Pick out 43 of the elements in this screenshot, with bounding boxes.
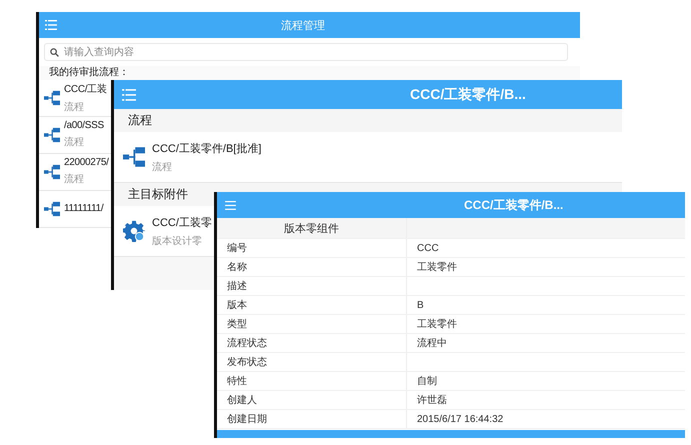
table-cell-text: 编号 [227, 242, 247, 255]
item-title: /a00/SSS [64, 120, 104, 132]
table-cell-text: 发布状态 [227, 356, 267, 369]
menu-icon[interactable] [45, 20, 57, 30]
item-title: CCC/工装零件/B[批准] [152, 142, 262, 156]
flowchart-icon [44, 90, 60, 106]
item-subtitle: 版本设计零 [152, 234, 202, 248]
table-cell-text: 版本 [227, 298, 247, 312]
table-cell-text: 自制 [417, 374, 437, 388]
item-title: 22000275/ [64, 157, 109, 168]
flowchart-icon [44, 126, 60, 143]
item-subtitle: 流程 [64, 100, 84, 114]
item-title: 11111111/ [64, 203, 104, 214]
table-cell: 2015/6/17 16:44:32 [417, 414, 504, 424]
item-subtitle: 流程 [64, 172, 84, 186]
gear-icon [123, 220, 145, 242]
table-cell-text: 流程中 [417, 336, 447, 350]
search-field[interactable]: 请输入查询内容 [44, 43, 568, 61]
item-subtitle: 流程 [64, 136, 84, 150]
window-title: 流程管理 [281, 18, 325, 32]
item-title: CCC/工装 [64, 82, 107, 96]
table-cell-text: 类型 [227, 318, 247, 331]
table-cell-text: 特性 [227, 374, 247, 388]
flowchart-icon [123, 146, 145, 168]
flowchart-icon [44, 164, 60, 180]
item-subtitle: 流程 [152, 160, 172, 174]
window-title: CCC/工装零件/B... [410, 86, 526, 104]
summary-text: 我的待审批流程： [48, 66, 130, 80]
table-cell: B [417, 300, 424, 310]
table-cell-text: 流程状态 [227, 336, 267, 350]
table-cell-text: 创建日期 [227, 412, 267, 426]
table-cell-text: 名称 [227, 261, 247, 274]
flowchart-icon [44, 200, 60, 217]
table-cell-text: 描述 [227, 280, 247, 293]
item-title: CCC/工装零 [152, 216, 212, 230]
table-cell-text: 工装零件 [417, 260, 457, 274]
table-cell-text: 创建人 [227, 394, 257, 407]
menu-icon[interactable] [225, 200, 236, 210]
column-header: 版本零组件 [217, 218, 407, 238]
table-cell-text: 工装零件 [417, 318, 457, 331]
table-cell-text: 许世磊 [417, 394, 447, 407]
table-cell: CCC [417, 242, 439, 254]
menu-icon[interactable] [122, 88, 136, 100]
